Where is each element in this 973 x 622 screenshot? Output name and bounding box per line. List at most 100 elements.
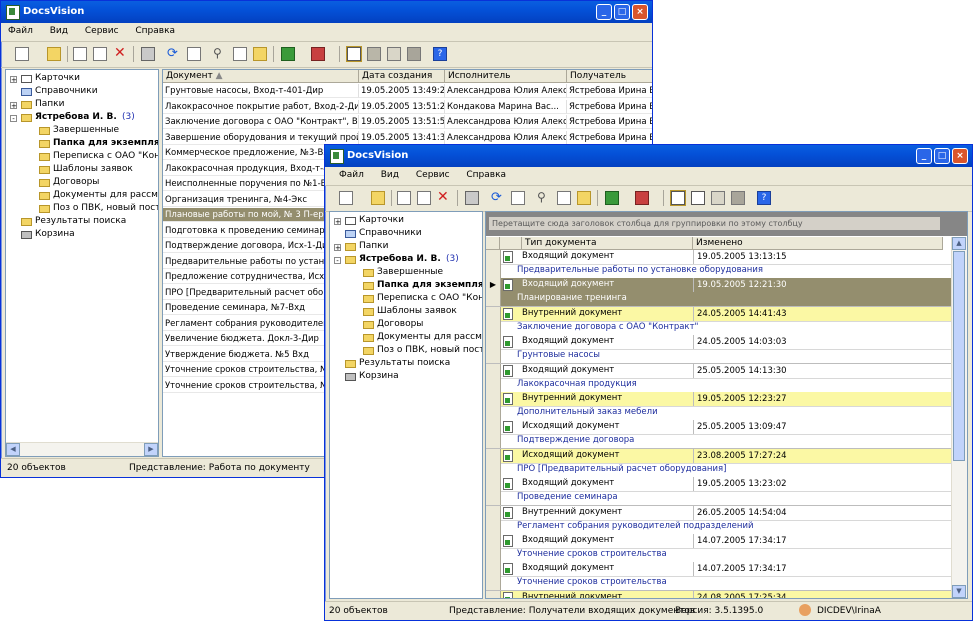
doc-subject[interactable]: Дополнительный заказ мебели <box>517 407 658 417</box>
scroll-right-button[interactable]: ▶ <box>144 443 158 456</box>
col-header-executor[interactable]: Исполнитель <box>445 70 567 83</box>
open-folder-icon[interactable] <box>47 47 61 61</box>
grid-row[interactable]: Входящий документ 24.05.2005 14:03:03 Грун… <box>486 335 951 365</box>
doc-subject[interactable]: Подтверждение договора <box>517 435 634 445</box>
find-icon[interactable] <box>233 47 247 61</box>
new-card-icon[interactable] <box>15 47 29 61</box>
view-icon[interactable] <box>253 47 267 61</box>
scroll-down-button[interactable]: ▼ <box>952 585 966 598</box>
back-row-2-cell-3[interactable]: Ястребова Ирина В <box>567 115 652 129</box>
close-button[interactable]: × <box>632 4 648 20</box>
maximize-button[interactable]: □ <box>934 148 950 164</box>
menu-file[interactable]: Файл <box>1 23 40 36</box>
delete-icon[interactable]: ✕ <box>114 46 128 61</box>
settings-icon[interactable] <box>311 47 325 61</box>
export-icon[interactable] <box>281 47 295 61</box>
print-icon[interactable] <box>465 191 479 205</box>
scroll-left-button[interactable]: ◀ <box>6 443 20 456</box>
help-icon[interactable]: ? <box>433 47 447 61</box>
copy-icon[interactable] <box>397 191 411 205</box>
minimize-button[interactable]: _ <box>596 4 612 20</box>
grid-row[interactable]: Входящий документ 19.05.2005 13:13:15 Пред… <box>486 250 951 279</box>
grid-row[interactable]: Входящий документ 19.05.2005 13:23:02 Пров… <box>486 477 951 507</box>
grid-row[interactable]: Входящий документ 19.05.2005 12:21:30 План… <box>486 278 951 308</box>
grid-row[interactable]: Внутренний документ 26.05.2005 14:54:04 Ре… <box>486 505 951 535</box>
grid-row[interactable]: Внутренний документ 19.05.2005 12:23:27 До… <box>486 392 951 421</box>
doc-subject[interactable]: Грунтовые насосы <box>517 350 600 360</box>
back-row-0-cell-3[interactable]: Ястребова Ирина В <box>567 84 652 98</box>
menu-help[interactable]: Справка <box>128 23 182 36</box>
front-window[interactable]: DocsVision _ □ × Файл Вид Сервис Справка… <box>324 144 973 621</box>
doc-subject[interactable]: Лакокрасочная продукция <box>517 379 637 389</box>
view-4-icon[interactable] <box>407 47 421 61</box>
doc-subject[interactable]: ПРО [Предварительный расчет оборудования… <box>517 464 726 474</box>
back-tree-hscroll[interactable]: ◀ ▶ <box>6 442 158 456</box>
export-icon[interactable] <box>605 191 619 205</box>
back-row-2-cell-2[interactable]: Александрова Юлия Алекс... <box>445 115 567 129</box>
grid-row[interactable]: Внутренний документ24.08.2005 17:25:34По… <box>486 590 951 598</box>
menu-file[interactable]: Файл <box>325 167 371 180</box>
front-window-titlebar[interactable]: DocsVision _ □ × <box>325 145 972 167</box>
front-grid-vscroll[interactable]: ▲ ▼ <box>951 237 967 598</box>
settings-icon[interactable] <box>635 191 649 205</box>
doc-subject[interactable]: Планирование тренинга <box>517 293 627 303</box>
group-by-area[interactable]: Перетащите сюда заголовок столбца для гр… <box>486 212 967 236</box>
properties-icon[interactable] <box>187 47 201 61</box>
back-window-titlebar[interactable]: DocsVision _ □ × <box>1 1 652 23</box>
menu-view[interactable]: Вид <box>43 23 75 36</box>
back-row-3-cell-0[interactable]: Завершение оборудования и текущий пройс <box>163 130 359 145</box>
col-header-created[interactable]: Дата создания <box>359 70 445 83</box>
menu-view[interactable]: Вид <box>374 167 406 180</box>
back-row-3-cell-2[interactable]: Александрова Юлия Алекс... <box>445 130 567 145</box>
paste-icon[interactable] <box>93 47 107 61</box>
delete-icon[interactable]: ✕ <box>437 190 451 205</box>
back-row-2-cell-1[interactable]: 19.05.2005 13:51:53 <box>359 115 445 129</box>
back-row-1-cell-1[interactable]: 19.05.2005 13:51:22 <box>359 99 445 114</box>
view-4-icon[interactable] <box>731 191 745 205</box>
front-document-grid[interactable]: Перетащите сюда заголовок столбца для гр… <box>485 211 968 599</box>
doc-subject[interactable]: Предварительные работы по установке обор… <box>517 265 763 275</box>
menu-service[interactable]: Сервис <box>409 167 457 180</box>
col-header-modified[interactable]: Изменено <box>693 237 943 250</box>
view-icon[interactable] <box>577 191 591 205</box>
copy-icon[interactable] <box>73 47 87 61</box>
back-row-3-cell-1[interactable]: 19.05.2005 13:41:34 <box>359 130 445 145</box>
grid-row[interactable]: Входящий документ 14.07.2005 17:34:17 Уточ… <box>486 562 951 592</box>
back-row-2-cell-0[interactable]: Заключение договора с ОАО "Контракт", Вх… <box>163 115 359 129</box>
doc-subject[interactable]: Уточнение сроков строительства <box>517 577 667 587</box>
back-row-1-cell-2[interactable]: Кондакова Марина Вас... <box>445 99 567 114</box>
doc-subject[interactable]: Регламент собрания руководителей подразд… <box>517 521 754 531</box>
back-row-1-cell-0[interactable]: Лакокрасочное покрытие работ, Вход-2-Дир <box>163 99 359 114</box>
doc-subject[interactable]: Заключение договора с ОАО "Контракт" <box>517 322 698 332</box>
minimize-button[interactable]: _ <box>916 148 932 164</box>
grid-row[interactable]: Входящий документ 14.07.2005 17:34:17 Уточ… <box>486 534 951 563</box>
search-icon[interactable]: ⚲ <box>213 47 227 61</box>
back-row-3-cell-3[interactable]: Ястребова Ирина В <box>567 131 652 145</box>
scroll-up-button[interactable]: ▲ <box>952 237 966 250</box>
new-card-icon[interactable] <box>339 191 353 205</box>
view-3-icon[interactable] <box>387 47 401 61</box>
front-folder-tree[interactable]: + Карточки Справочники + Папки - Ястребова … <box>329 211 483 599</box>
help-icon[interactable]: ? <box>757 191 771 205</box>
properties-icon[interactable] <box>511 191 525 205</box>
back-row-0-cell-1[interactable]: 19.05.2005 13:49:23 <box>359 84 445 98</box>
refresh-icon[interactable]: ⟳ <box>167 47 181 61</box>
grid-row[interactable]: Внутренний документ 24.05.2005 14:41:43 За… <box>486 306 951 336</box>
menu-help[interactable]: Справка <box>459 167 513 180</box>
print-icon[interactable] <box>141 47 155 61</box>
doc-subject[interactable]: Уточнение сроков строительства <box>517 549 667 559</box>
view-1-icon[interactable] <box>346 46 362 62</box>
view-3-icon[interactable] <box>711 191 725 205</box>
view-2-icon[interactable] <box>691 191 705 205</box>
col-header-attach[interactable] <box>500 237 522 250</box>
scroll-thumb[interactable] <box>953 251 965 461</box>
paste-icon[interactable] <box>417 191 431 205</box>
close-button[interactable]: × <box>952 148 968 164</box>
find-icon[interactable] <box>557 191 571 205</box>
back-row-1-cell-3[interactable]: Ястребова Ирина В <box>567 100 652 114</box>
view-1-icon[interactable] <box>670 190 686 206</box>
menu-service[interactable]: Сервис <box>78 23 126 36</box>
search-icon[interactable]: ⚲ <box>537 191 551 205</box>
maximize-button[interactable]: □ <box>614 4 630 20</box>
open-folder-icon[interactable] <box>371 191 385 205</box>
